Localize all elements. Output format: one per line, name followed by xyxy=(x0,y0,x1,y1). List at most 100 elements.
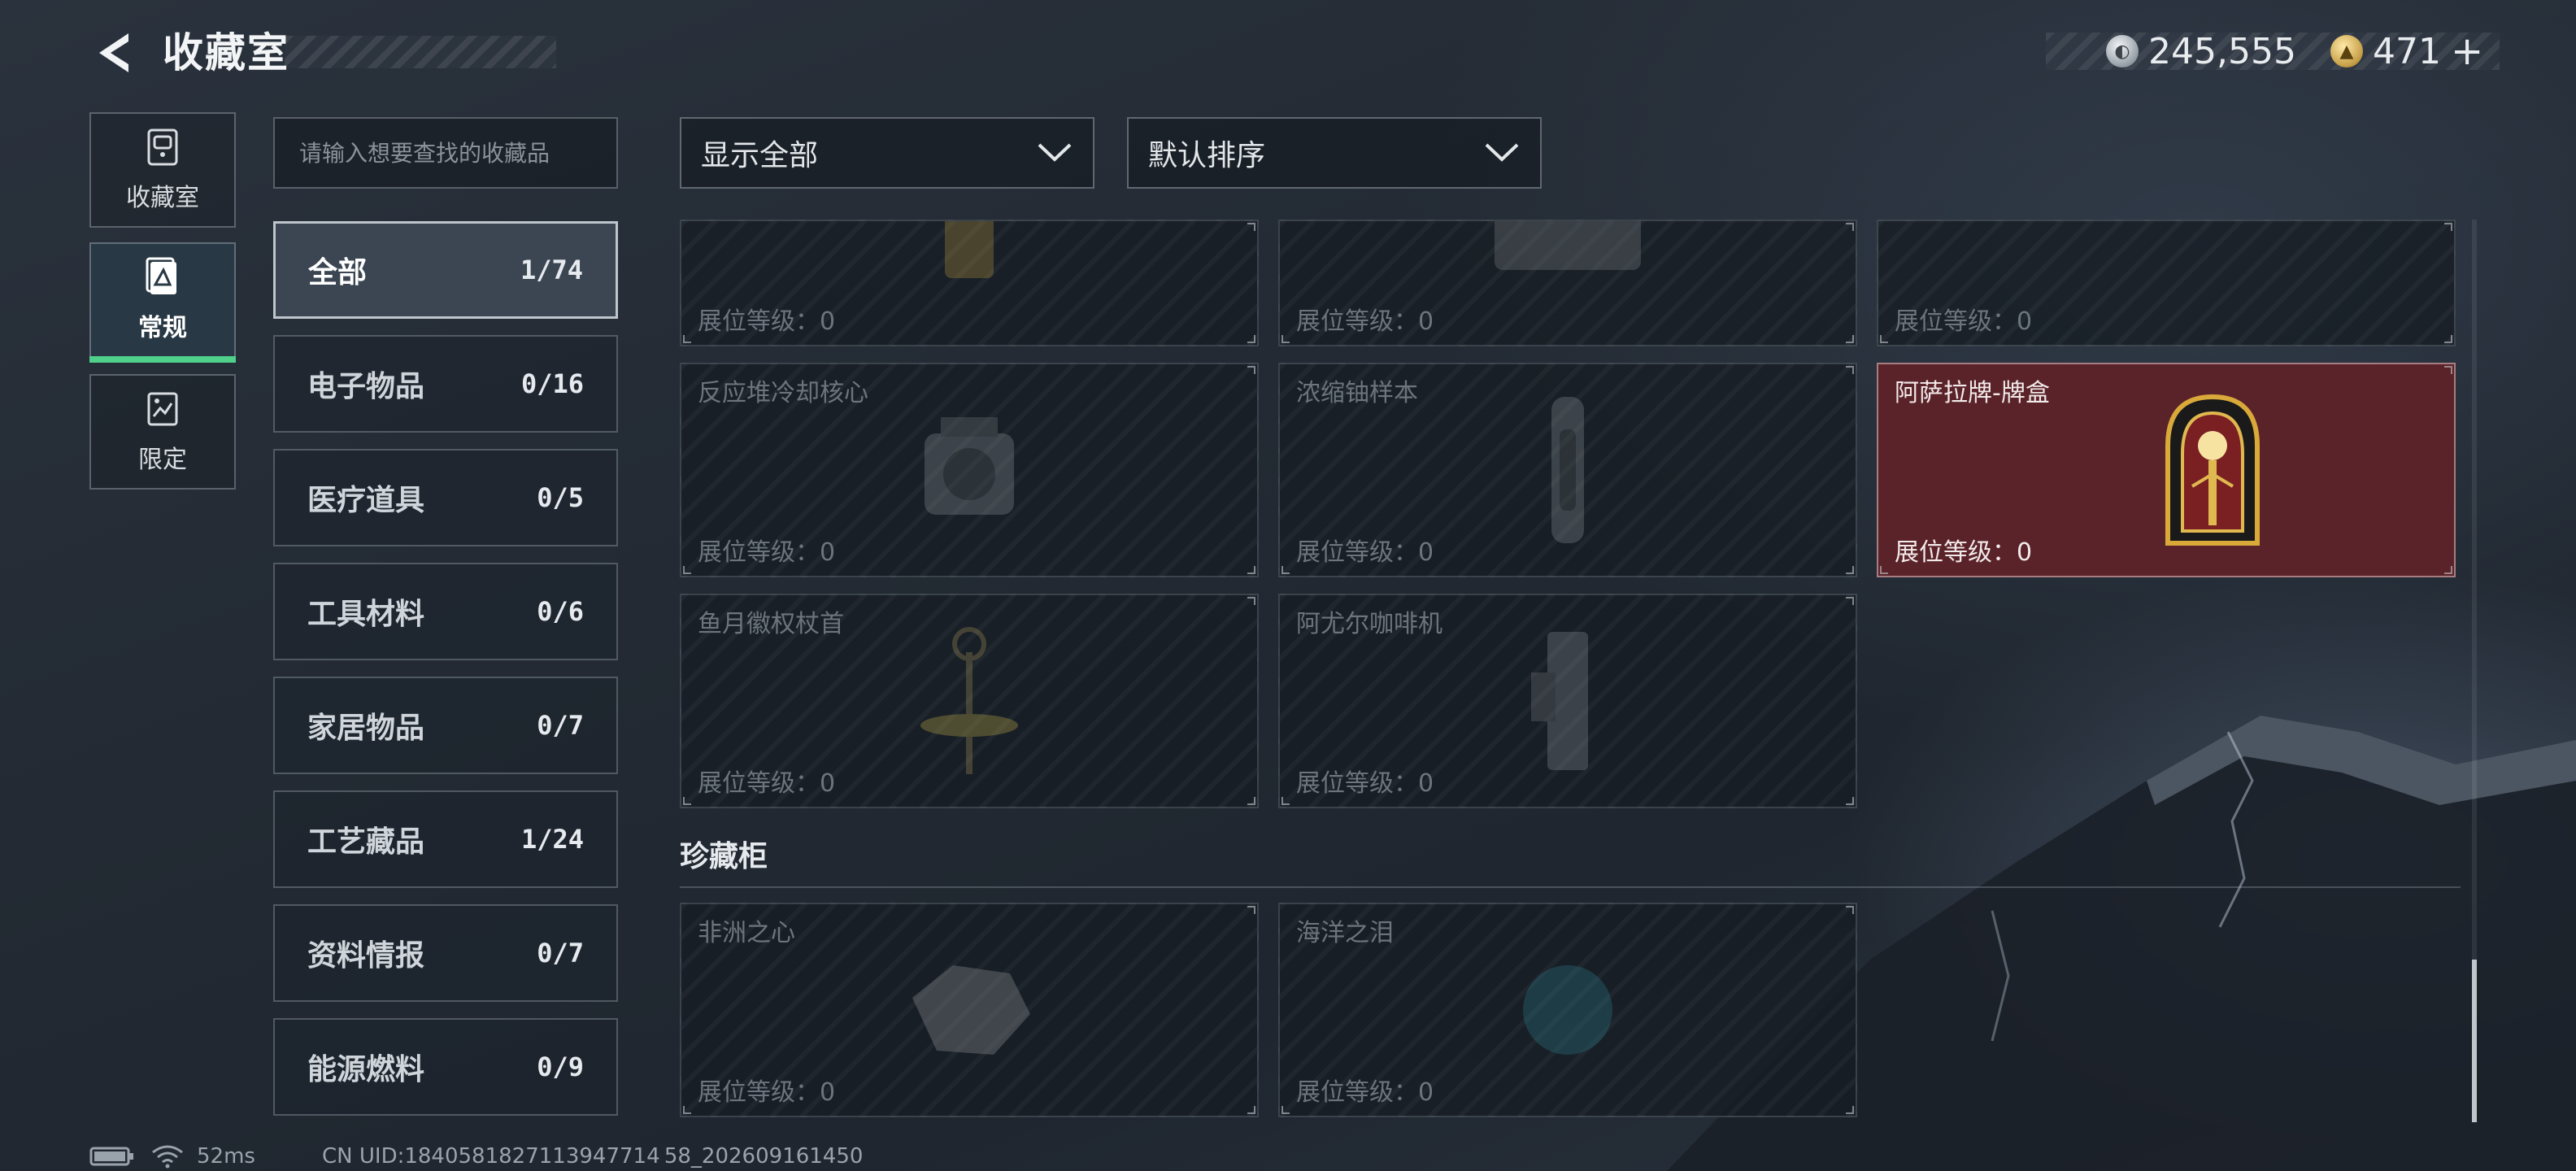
card-corner xyxy=(1880,566,1888,574)
item-image xyxy=(925,417,1014,515)
item-name: 阿萨拉牌-牌盒 xyxy=(1895,379,2050,407)
item-image xyxy=(945,221,994,279)
card-corner xyxy=(2444,223,2452,231)
display-filter-dropdown[interactable]: 显示全部 xyxy=(680,117,1094,189)
card-corner xyxy=(1846,597,1854,605)
rail-item-collection-room[interactable]: 收藏室 xyxy=(89,112,236,228)
exhibit-level: 展位等级：0 xyxy=(698,538,836,567)
silver-amount: 245,555 xyxy=(2148,30,2296,72)
wifi-icon xyxy=(152,1145,183,1169)
exhibit-level: 展位等级：0 xyxy=(1296,307,1434,336)
card-corner xyxy=(1247,1106,1255,1114)
card-corner xyxy=(683,566,691,574)
limited-card-icon xyxy=(147,392,178,426)
silver-currency: ◐ 245,555 xyxy=(2106,24,2296,78)
category-name: 工具材料 xyxy=(307,598,425,631)
sort-dropdown[interactable]: 默认排序 xyxy=(1127,117,1542,189)
category-all[interactable]: 全部 1/74 xyxy=(273,221,618,319)
section-divider xyxy=(680,886,2461,888)
exhibit-level: 展位等级：0 xyxy=(698,1078,836,1107)
card-corner xyxy=(1846,223,1854,231)
gold-currency[interactable]: ▲ 471 + xyxy=(2330,24,2483,78)
item-name: 海洋之泪 xyxy=(1296,919,1394,947)
card-corner xyxy=(1247,597,1255,605)
card-corner xyxy=(683,1106,691,1114)
category-count: 0/7 xyxy=(537,710,584,741)
item-image xyxy=(1531,632,1588,770)
card-corner xyxy=(1281,797,1290,805)
card-box-image xyxy=(2165,394,2260,546)
item-image xyxy=(1523,965,1612,1055)
search-input[interactable] xyxy=(299,139,616,167)
category-name: 能源燃料 xyxy=(307,1053,425,1086)
collection-item-card[interactable]: 展位等级：0 xyxy=(680,220,1259,346)
category-electronics[interactable]: 电子物品 0/16 xyxy=(273,335,618,433)
dropdown-value: 显示全部 xyxy=(701,139,819,172)
wifi-status xyxy=(151,1142,184,1171)
category-crafts[interactable]: 工艺藏品 1/24 xyxy=(273,790,618,888)
card-corner xyxy=(1846,797,1854,805)
cabinet-item-card[interactable]: 非洲之心 展位等级：0 xyxy=(680,903,1259,1117)
category-count: 0/7 xyxy=(537,938,584,969)
category-count: 0/6 xyxy=(537,596,584,627)
gold-amount: 471 xyxy=(2373,30,2441,72)
rail-item-limited[interactable]: 限定 xyxy=(89,374,236,490)
battery-icon xyxy=(89,1147,133,1166)
category-name: 全部 xyxy=(308,256,368,289)
regular-card-icon xyxy=(146,257,176,294)
rail-item-label: 限定 xyxy=(138,446,187,474)
back-button[interactable] xyxy=(86,24,138,81)
category-intel[interactable]: 资料情报 0/7 xyxy=(273,904,618,1002)
category-name: 医疗道具 xyxy=(307,484,425,517)
collection-room-icon xyxy=(147,128,178,166)
category-count: 0/16 xyxy=(520,368,584,399)
card-corner xyxy=(1846,335,1854,343)
category-tools[interactable]: 工具材料 0/6 xyxy=(273,563,618,660)
collection-item-card[interactable]: 阿尤尔咖啡机 展位等级：0 xyxy=(1278,594,1857,808)
cabinet-item-card[interactable]: 海洋之泪 展位等级：0 xyxy=(1278,903,1857,1117)
item-name: 反应堆冷却核心 xyxy=(698,379,868,407)
add-currency-button[interactable]: + xyxy=(2451,28,2483,74)
item-name: 浓缩铀样本 xyxy=(1296,379,1418,407)
card-corner xyxy=(1247,335,1255,343)
category-count: 1/24 xyxy=(520,824,584,855)
card-corner xyxy=(1846,566,1854,574)
collection-item-card[interactable]: 展位等级：0 xyxy=(1278,220,1857,346)
exhibit-level: 展位等级：0 xyxy=(1895,307,2033,336)
search-box[interactable] xyxy=(273,117,618,189)
card-corner xyxy=(2444,566,2452,574)
uid-readout: CN UID:1840581827113947714 58_2026091614… xyxy=(322,1144,864,1169)
grid-scrollbar-thumb[interactable] xyxy=(2472,960,2477,1122)
item-image xyxy=(1551,397,1584,543)
silver-coin-icon: ◐ xyxy=(2106,35,2139,67)
card-corner xyxy=(1281,1106,1290,1114)
card-corner xyxy=(1247,797,1255,805)
item-name: 鱼月徽权杖首 xyxy=(698,610,844,638)
category-count: 1/74 xyxy=(520,255,583,285)
rail-item-regular[interactable]: 常规 xyxy=(89,242,236,363)
battery-status xyxy=(89,1142,135,1171)
collection-item-card[interactable]: 浓缩铀样本 展位等级：0 xyxy=(1278,363,1857,577)
exhibit-level: 展位等级：0 xyxy=(1296,769,1434,798)
collection-item-card[interactable]: 展位等级：0 xyxy=(1877,220,2456,346)
collection-item-card[interactable]: 反应堆冷却核心 展位等级：0 xyxy=(680,363,1259,577)
item-image xyxy=(912,965,1030,1055)
exhibit-level: 展位等级：0 xyxy=(1895,538,2033,567)
category-name: 电子物品 xyxy=(307,370,425,403)
card-corner xyxy=(1247,223,1255,231)
category-medical[interactable]: 医疗道具 0/5 xyxy=(273,449,618,546)
card-corner xyxy=(1281,566,1290,574)
category-household[interactable]: 家居物品 0/7 xyxy=(273,677,618,774)
gold-coin-icon: ▲ xyxy=(2330,35,2363,67)
collection-item-card-owned[interactable]: 阿萨拉牌-牌盒 展位等级：0 xyxy=(1877,363,2456,577)
exhibit-level: 展位等级：0 xyxy=(1296,538,1434,567)
rail-item-label: 收藏室 xyxy=(126,184,199,212)
chevron-down-icon xyxy=(1038,143,1072,162)
card-corner xyxy=(1247,566,1255,574)
card-corner xyxy=(683,797,691,805)
collection-item-card[interactable]: 鱼月徽权杖首 展位等级：0 xyxy=(680,594,1259,808)
exhibit-level: 展位等级：0 xyxy=(698,769,836,798)
title-decoration xyxy=(285,36,556,68)
category-count: 0/9 xyxy=(537,1051,584,1082)
category-energy[interactable]: 能源燃料 0/9 xyxy=(273,1018,618,1116)
